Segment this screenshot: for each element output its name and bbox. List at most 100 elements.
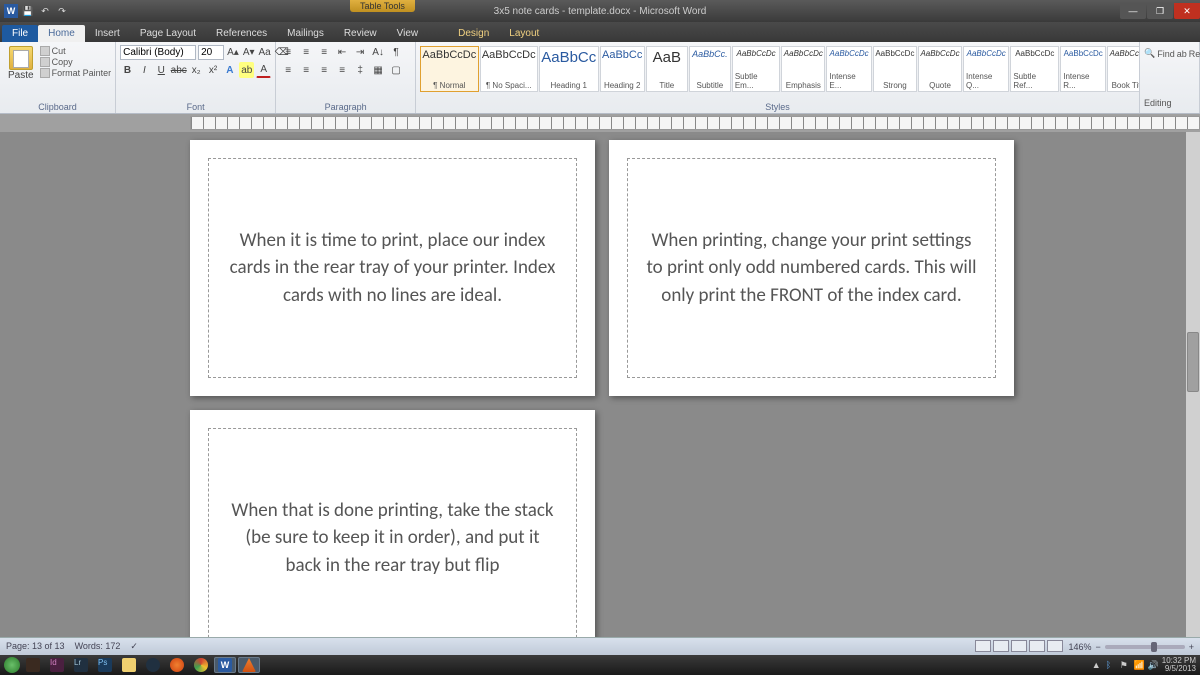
taskbar-firefox[interactable] (166, 657, 188, 673)
multilevel-list-button[interactable]: ≡ (316, 44, 332, 60)
proofing-icon[interactable]: ✓ (130, 641, 138, 652)
style-emphasis[interactable]: AaBbCcDcEmphasis (781, 46, 825, 92)
bluetooth-icon[interactable]: ᛒ (1106, 660, 1116, 670)
align-center-button[interactable]: ≡ (298, 62, 314, 78)
style-intense-e-[interactable]: AaBbCcDcIntense E... (826, 46, 871, 92)
page-status[interactable]: Page: 13 of 13 (6, 641, 65, 652)
style--no-spaci-[interactable]: AaBbCcDc¶ No Spaci... (480, 46, 538, 92)
line-spacing-button[interactable]: ‡ (352, 62, 368, 78)
underline-button[interactable]: U (154, 62, 169, 78)
close-button[interactable]: ✕ (1174, 3, 1200, 19)
style-heading-1[interactable]: AaBbCcHeading 1 (539, 46, 599, 92)
zoom-in-button[interactable]: + (1189, 642, 1194, 652)
index-card-1[interactable]: When it is time to print, place our inde… (190, 140, 595, 396)
tab-mailings[interactable]: Mailings (277, 25, 334, 42)
style-heading-2[interactable]: AaBbCcHeading 2 (600, 46, 645, 92)
volume-icon[interactable]: 🔊 (1148, 660, 1158, 670)
taskbar-lightroom[interactable]: Lr (70, 657, 92, 673)
document-area[interactable]: When it is time to print, place our inde… (0, 132, 1186, 637)
format-painter-button[interactable]: Format Painter (40, 68, 112, 78)
find-button[interactable]: 🔍 Find (1144, 48, 1175, 59)
save-icon[interactable]: 💾 (21, 4, 35, 18)
vertical-scrollbar[interactable] (1186, 132, 1200, 637)
paste-button[interactable]: Paste (4, 44, 38, 83)
style-book-title[interactable]: AaBbCcDcBook Title (1107, 46, 1140, 92)
taskbar-explorer[interactable] (118, 657, 140, 673)
style-subtle-ref-[interactable]: AaBbCcDcSubtle Ref... (1010, 46, 1059, 92)
tab-insert[interactable]: Insert (85, 25, 130, 42)
taskbar-vlc[interactable] (238, 657, 260, 673)
scrollbar-thumb[interactable] (1187, 332, 1199, 392)
styles-gallery[interactable]: AaBbCcDc¶ NormalAaBbCcDc¶ No Spaci...AaB… (420, 44, 1140, 94)
sort-button[interactable]: A↓ (370, 44, 386, 60)
maximize-button[interactable]: ❐ (1147, 3, 1173, 19)
style-strong[interactable]: AaBbCcDcStrong (873, 46, 917, 92)
card-text[interactable]: When printing, change your print setting… (646, 227, 977, 310)
taskbar-photoshop[interactable]: Ps (94, 657, 116, 673)
tray-icon-2[interactable]: ⚑ (1120, 660, 1130, 670)
tray-icon[interactable]: ▲ (1092, 660, 1102, 670)
show-marks-button[interactable]: ¶ (388, 44, 404, 60)
align-left-button[interactable]: ≡ (280, 62, 296, 78)
copy-button[interactable]: Copy (40, 57, 112, 67)
network-icon[interactable]: 📶 (1134, 660, 1144, 670)
start-button[interactable] (4, 657, 20, 673)
strike-button[interactable]: abc (171, 62, 187, 78)
style-quote[interactable]: AaBbCcDcQuote (918, 46, 962, 92)
font-size-select[interactable] (198, 45, 224, 60)
index-card-2[interactable]: When printing, change your print setting… (609, 140, 1014, 396)
text-effects-button[interactable]: A (222, 62, 237, 78)
number-list-button[interactable]: ≡ (298, 44, 314, 60)
system-clock[interactable]: 10:32 PM 9/5/2013 (1162, 657, 1196, 673)
style-subtitle[interactable]: AaBbCc.Subtitle (689, 46, 731, 92)
taskbar-word[interactable]: W (214, 657, 236, 673)
minimize-button[interactable]: — (1120, 3, 1146, 19)
borders-button[interactable]: ▢ (388, 62, 404, 78)
tab-layout[interactable]: Layout (499, 25, 549, 42)
justify-button[interactable]: ≡ (334, 62, 350, 78)
bold-button[interactable]: B (120, 62, 135, 78)
taskbar-chrome[interactable] (190, 657, 212, 673)
taskbar-indesign[interactable]: Id (46, 657, 68, 673)
zoom-out-button[interactable]: − (1095, 642, 1100, 652)
tab-view[interactable]: View (387, 25, 429, 42)
replace-button[interactable]: ab Replace (1177, 49, 1200, 59)
cut-button[interactable]: Cut (40, 46, 112, 56)
card-text[interactable]: When it is time to print, place our inde… (227, 227, 558, 310)
font-color-button[interactable]: A (256, 62, 271, 78)
style-intense-r-[interactable]: AaBbCcDcIntense R... (1060, 46, 1106, 92)
tab-design[interactable]: Design (448, 25, 499, 42)
highlight-button[interactable]: ab (239, 62, 254, 78)
zoom-level[interactable]: 146% (1068, 642, 1091, 652)
horizontal-ruler[interactable] (190, 116, 1200, 130)
view-buttons[interactable] (974, 640, 1064, 654)
tab-page-layout[interactable]: Page Layout (130, 25, 206, 42)
tab-home[interactable]: Home (38, 25, 85, 42)
italic-button[interactable]: I (137, 62, 152, 78)
superscript-button[interactable]: x² (206, 62, 221, 78)
style-title[interactable]: AaBTitle (646, 46, 688, 92)
tab-review[interactable]: Review (334, 25, 387, 42)
tab-file[interactable]: File (2, 25, 38, 42)
change-case-button[interactable]: Aa (258, 44, 272, 60)
shrink-font-button[interactable]: A▾ (242, 44, 256, 60)
font-name-select[interactable] (120, 45, 196, 60)
increase-indent-button[interactable]: ⇥ (352, 44, 368, 60)
grow-font-button[interactable]: A▴ (226, 44, 240, 60)
word-count[interactable]: Words: 172 (75, 641, 121, 652)
shading-button[interactable]: ▦ (370, 62, 386, 78)
style--normal[interactable]: AaBbCcDc¶ Normal (420, 46, 478, 92)
zoom-slider[interactable] (1105, 645, 1185, 649)
card-text[interactable]: When that is done printing, take the sta… (227, 497, 558, 580)
index-card-3[interactable]: When that is done printing, take the sta… (190, 410, 595, 637)
subscript-button[interactable]: x₂ (189, 62, 204, 78)
align-right-button[interactable]: ≡ (316, 62, 332, 78)
tab-references[interactable]: References (206, 25, 277, 42)
undo-icon[interactable]: ↶ (38, 4, 52, 18)
style-intense-q-[interactable]: AaBbCcDcIntense Q... (963, 46, 1009, 92)
decrease-indent-button[interactable]: ⇤ (334, 44, 350, 60)
bullet-list-button[interactable]: ≡ (280, 44, 296, 60)
redo-icon[interactable]: ↷ (55, 4, 69, 18)
taskbar-bridge[interactable] (22, 657, 44, 673)
style-subtle-em-[interactable]: AaBbCcDcSubtle Em... (732, 46, 780, 92)
